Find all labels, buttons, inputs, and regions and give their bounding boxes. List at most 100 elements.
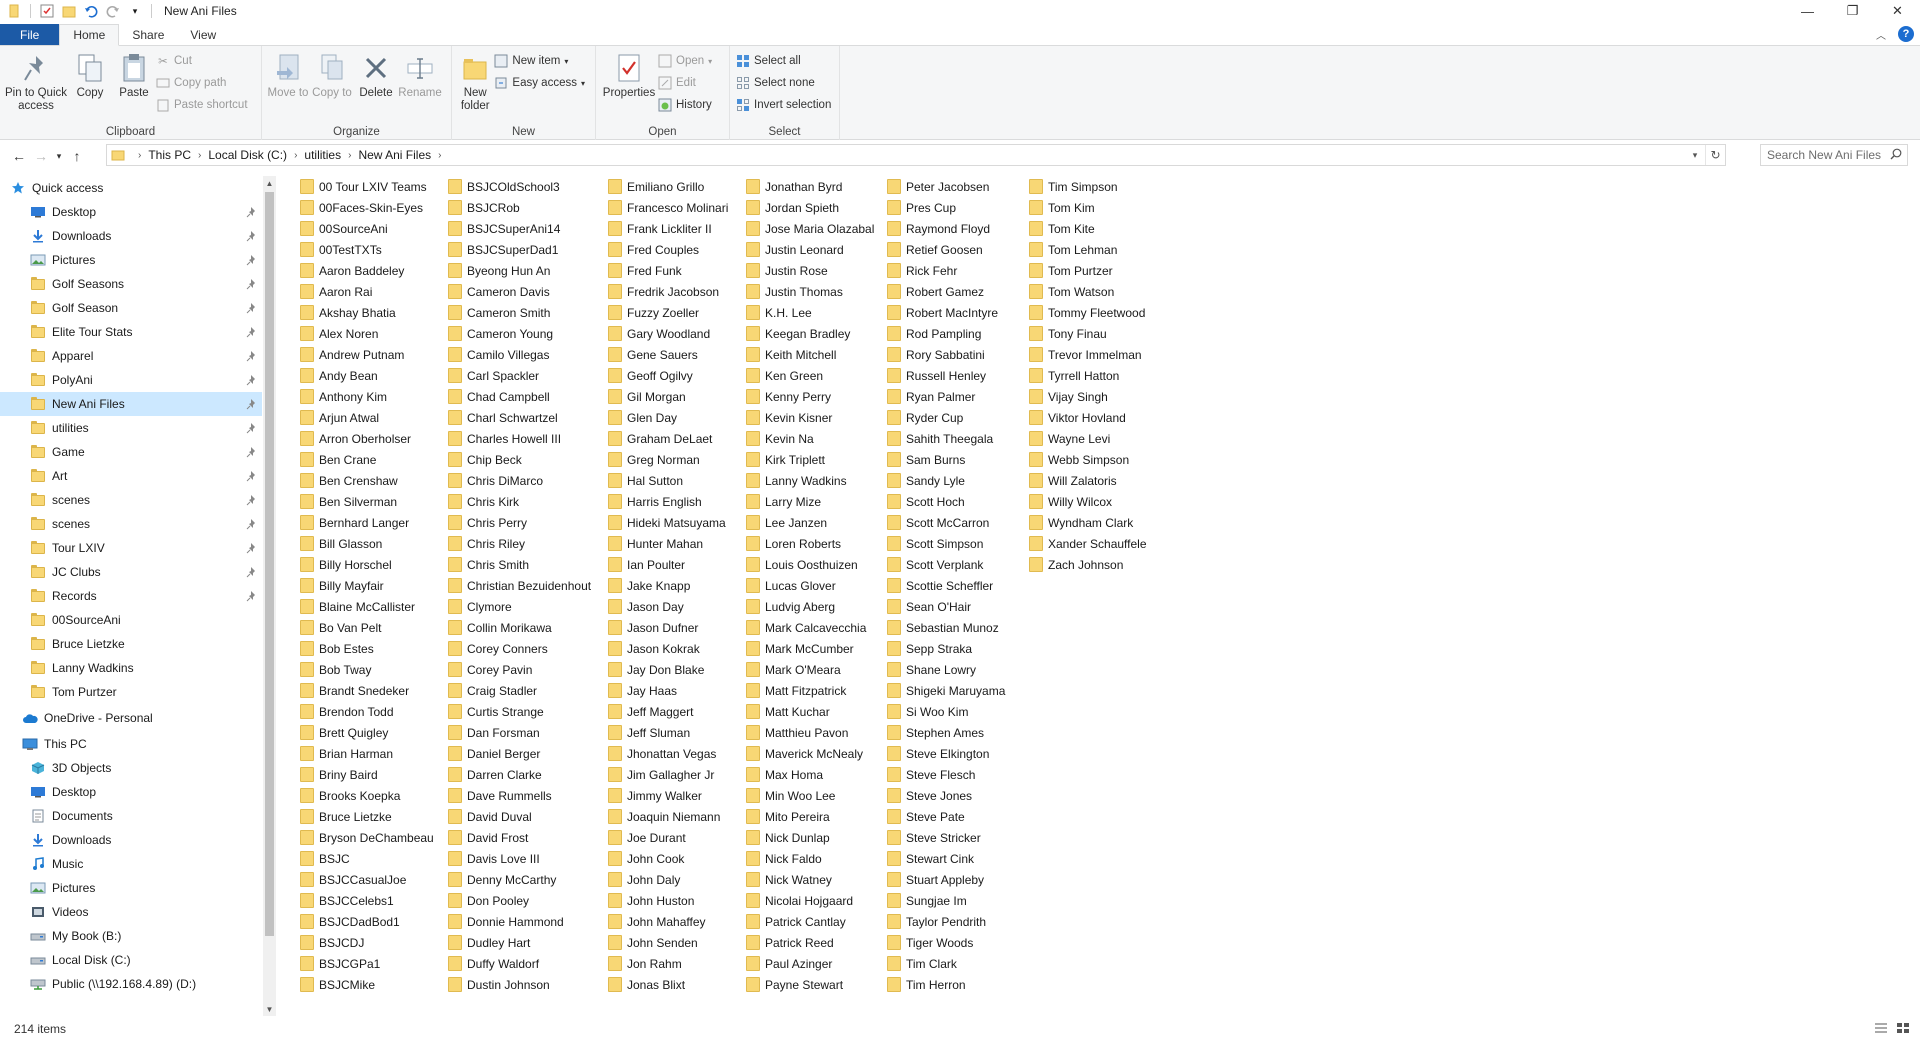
folder-item[interactable]: Patrick Cantlay [746,911,874,932]
folder-item[interactable]: BSJCDJ [300,932,434,953]
folder-item[interactable]: Justin Leonard [746,239,874,260]
folder-item[interactable]: Tim Clark [887,953,1005,974]
folder-item[interactable]: Dan Forsman [448,722,591,743]
folder-item[interactable]: Max Homa [746,764,874,785]
folder-item[interactable]: Jon Rahm [608,953,728,974]
folder-item[interactable]: Chris DiMarco [448,470,591,491]
folder-item[interactable]: BSJC [300,848,434,869]
folder-item[interactable]: Denny McCarthy [448,869,591,890]
folder-item[interactable]: Chris Kirk [448,491,591,512]
folder-item[interactable]: Tiger Woods [887,932,1005,953]
folder-item[interactable]: Craig Stadler [448,680,591,701]
folder-item[interactable]: Rick Fehr [887,260,1005,281]
history-button[interactable]: History [658,96,712,114]
help-icon[interactable]: ? [1898,26,1914,42]
folder-item[interactable]: Matt Kuchar [746,701,874,722]
folder-item[interactable]: Chris Smith [448,554,591,575]
chevron-right-icon[interactable]: › [198,150,201,161]
address-history-dropdown[interactable]: ▾ [1685,145,1705,165]
folder-item[interactable]: Sepp Straka [887,638,1005,659]
select-all-button[interactable]: Select all [736,52,831,70]
folder-item[interactable]: Payne Stewart [746,974,874,995]
sidebar-item-downloads[interactable]: Downloads [0,828,262,852]
folder-item[interactable]: Scott Verplank [887,554,1005,575]
folder-item[interactable]: Scott Simpson [887,533,1005,554]
folder-item[interactable]: Harris English [608,491,728,512]
folder-item[interactable]: Fred Couples [608,239,728,260]
chevron-right-icon[interactable]: › [348,150,351,161]
folder-item[interactable]: Scott McCarron [887,512,1005,533]
folder-item[interactable]: Justin Rose [746,260,874,281]
sidebar-item-this-pc[interactable]: This PC [0,732,262,756]
refresh-icon[interactable]: ↻ [1705,145,1725,165]
minimize-button[interactable]: — [1785,0,1830,22]
sidebar-item-game[interactable]: Game [0,440,262,464]
folder-item[interactable]: Brian Harman [300,743,434,764]
folder-item[interactable]: Si Woo Kim [887,701,1005,722]
folder-item[interactable]: Shigeki Maruyama [887,680,1005,701]
tab-share[interactable]: Share [119,24,177,45]
folder-item[interactable]: Jay Don Blake [608,659,728,680]
folder-item[interactable]: Corey Conners [448,638,591,659]
folder-item[interactable]: BSJCGPa1 [300,953,434,974]
folder-item[interactable]: John Senden [608,932,728,953]
tab-home[interactable]: Home [59,24,120,46]
sidebar-item-bruce-lietzke[interactable]: Bruce Lietzke [0,632,262,656]
folder-item[interactable]: Ian Poulter [608,554,728,575]
folder-item[interactable]: Chris Riley [448,533,591,554]
redo-icon[interactable] [103,1,123,21]
chevron-right-icon[interactable]: › [438,150,441,161]
folder-item[interactable]: Blaine McCallister [300,596,434,617]
folder-item[interactable]: Fredrik Jacobson [608,281,728,302]
folder-item[interactable]: Jay Haas [608,680,728,701]
new-folder-icon[interactable] [59,1,79,21]
folder-item[interactable]: Jeff Sluman [608,722,728,743]
folder-item[interactable]: Ben Crane [300,449,434,470]
folder-item[interactable]: Cameron Davis [448,281,591,302]
sidebar-item-golf-season[interactable]: Golf Season [0,296,262,320]
folder-item[interactable]: Tom Lehman [1029,239,1147,260]
folder-item[interactable]: Clymore [448,596,591,617]
folder-item[interactable]: Greg Norman [608,449,728,470]
breadcrumb-new-ani-files[interactable]: New Ani Files [358,148,431,162]
sidebar-item-tour-lxiv[interactable]: Tour LXIV [0,536,262,560]
folder-item[interactable]: Gil Morgan [608,386,728,407]
folder-item[interactable]: Russell Henley [887,365,1005,386]
folder-item[interactable]: Mito Pereira [746,806,874,827]
folder-item[interactable]: Joe Durant [608,827,728,848]
scroll-up-icon[interactable]: ▲ [263,176,276,190]
folder-item[interactable]: Darren Clarke [448,764,591,785]
folder-item[interactable]: Kevin Na [746,428,874,449]
folder-item[interactable]: Cameron Smith [448,302,591,323]
folder-item[interactable]: Vijay Singh [1029,386,1147,407]
folder-item[interactable]: Hunter Mahan [608,533,728,554]
folder-item[interactable]: Scottie Scheffler [887,575,1005,596]
folder-item[interactable]: Keegan Bradley [746,323,874,344]
folder-item[interactable]: Ludvig Aberg [746,596,874,617]
folder-item[interactable]: Sungjae Im [887,890,1005,911]
sidebar-item-onedrive[interactable]: OneDrive - Personal [0,706,262,730]
sidebar-item-documents[interactable]: Documents [0,804,262,828]
folder-item[interactable]: Frank Lickliter II [608,218,728,239]
address-bar[interactable]: › This PC › Local Disk (C:) › utilities … [106,144,1726,166]
edit-button[interactable]: Edit [658,74,712,92]
folder-item[interactable]: Graham DeLaet [608,428,728,449]
folder-item[interactable]: Andy Bean [300,365,434,386]
folder-item[interactable]: Camilo Villegas [448,344,591,365]
folder-item[interactable]: Bernhard Langer [300,512,434,533]
folder-item[interactable]: Charl Schwartzel [448,407,591,428]
folder-item[interactable]: Wyndham Clark [1029,512,1147,533]
cut-button[interactable]: ✂ Cut [156,52,248,70]
folder-item[interactable]: Tommy Fleetwood [1029,302,1147,323]
folder-item[interactable]: Glen Day [608,407,728,428]
folder-item[interactable]: BSJCRob [448,197,591,218]
folder-item[interactable]: Raymond Floyd [887,218,1005,239]
maximize-button[interactable]: ❐ [1830,0,1875,22]
folder-item[interactable]: Tony Finau [1029,323,1147,344]
folder-item[interactable]: Steve Jones [887,785,1005,806]
sidebar-item-utilities[interactable]: utilities [0,416,262,440]
collapse-ribbon-icon[interactable]: ︿ [1876,27,1886,42]
folder-item[interactable]: Hal Sutton [608,470,728,491]
folder-item[interactable]: Charles Howell III [448,428,591,449]
undo-icon[interactable] [81,1,101,21]
